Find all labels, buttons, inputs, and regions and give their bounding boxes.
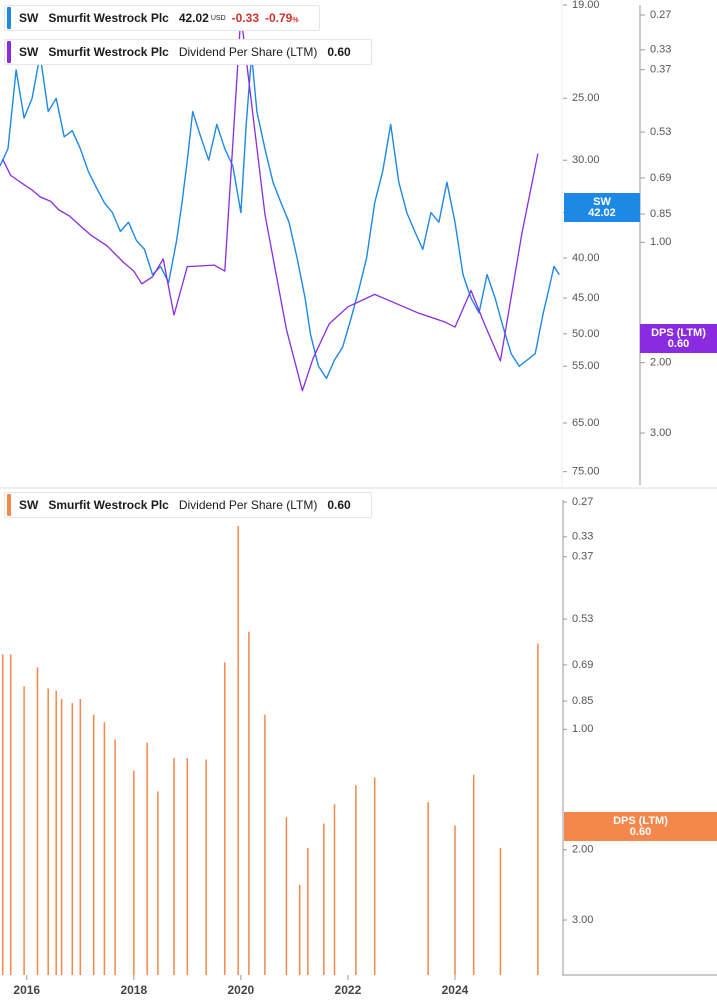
dps-axis-bottom-label: 1.00 [572, 723, 593, 735]
dps-axis-top-label: 0.27 [650, 9, 671, 21]
legend-ticker: SW [19, 45, 39, 59]
dps-axis-top-label: 2.00 [650, 357, 671, 369]
price-axis-label: 25.00 [572, 92, 600, 104]
price-line [0, 54, 560, 380]
dps-axis-top-label: 0.37 [650, 64, 671, 76]
price-axis-label: 55.00 [572, 360, 600, 372]
price-swatch [7, 7, 11, 29]
dps-axis-top-label: 0.33 [650, 44, 671, 56]
price-axis-label: 75.00 [572, 466, 600, 478]
legend-dps-bottom[interactable]: SW Smurfit Westrock Plc Dividend Per Sha… [4, 492, 372, 518]
dps-axis-bottom-label: 0.33 [572, 531, 593, 543]
dps-axis-bottom-label: 0.27 [572, 496, 593, 508]
legend-dps-top[interactable]: SW Smurfit Westrock Plc Dividend Per Sha… [4, 39, 372, 65]
dps-line-swatch [7, 41, 11, 63]
legend-value: 0.60 [327, 45, 351, 59]
dps-line-series[interactable] [2, 14, 539, 392]
dps-axis-top-label: 0.69 [650, 172, 671, 184]
price-tag-value: 42.02 [588, 206, 616, 219]
dps-axis-top: 3.00 2.00 1.00 0.85 0.69 0.53 0.37 0.33 0.27 [639, 5, 671, 485]
price-axis-label: 65.00 [572, 417, 600, 429]
dps-tag-bottom-value: 0.60 [629, 825, 652, 838]
price-tag-label: SW [593, 195, 611, 208]
dps-axis-bottom-label: 0.37 [572, 551, 593, 563]
dps-line [2, 14, 539, 392]
dps-bar-swatch [7, 494, 11, 516]
legend-price-value: 42.02 [178, 11, 209, 25]
legend-value: 0.60 [327, 498, 351, 512]
dps-axis-bottom-label: 0.85 [572, 695, 593, 707]
dps-axis-top-label: 0.85 [650, 208, 671, 220]
dps-axis-bottom-label: 2.00 [572, 844, 593, 856]
price-axis-label: 19.00 [572, 0, 600, 11]
x-axis: 2016 2018 2020 2022 2024 [13, 975, 469, 997]
dps-tag-top-label: DPS (LTM) [651, 326, 706, 339]
dps-axis-bottom-label: 0.69 [572, 659, 593, 671]
dps-axis-bottom: 3.00 2.00 1.00 0.85 0.69 0.53 0.37 0.33 0.27 [562, 496, 593, 975]
dps-bar-series[interactable] [1, 526, 539, 975]
legend-change-pct: -0.79% [265, 11, 299, 25]
dps-tag-top: DPS (LTM) 0.60 [640, 324, 717, 353]
dps-tag-bottom: DPS (LTM) 0.60 [564, 812, 717, 841]
x-axis-label: 2018 [120, 983, 147, 997]
dps-axis-top-label: 1.00 [650, 236, 671, 248]
price-axis-label: 45.00 [572, 292, 600, 304]
legend-ticker: SW [19, 11, 39, 25]
x-axis-label: 2016 [13, 983, 40, 997]
dps-tag-bottom-label: DPS (LTM) [613, 814, 668, 827]
legend-price[interactable]: SW Smurfit Westrock Plc 42.02 USD -0.33 … [4, 5, 320, 31]
price-series[interactable] [0, 54, 560, 380]
dps-axis-bottom-label: 3.00 [572, 914, 593, 926]
price-axis: 75.0065.0055.0050.0045.0040.0035.0030.00… [563, 0, 600, 478]
dps-axis-bottom-label: 0.53 [572, 613, 593, 625]
x-axis-label: 2022 [335, 983, 362, 997]
legend-metric: Dividend Per Share (LTM) [178, 45, 318, 59]
legend-metric: Dividend Per Share (LTM) [178, 498, 318, 512]
legend-currency: USD [210, 14, 226, 22]
legend-change: -0.33 [231, 11, 259, 25]
price-tag: SW 42.02 [564, 193, 640, 222]
legend-company: Smurfit Westrock Plc [48, 11, 169, 25]
legend-company: Smurfit Westrock Plc [48, 45, 169, 59]
legend-company: Smurfit Westrock Plc [48, 498, 169, 512]
legend-ticker: SW [19, 498, 39, 512]
x-axis-label: 2024 [442, 983, 469, 997]
dps-axis-top-label: 0.53 [650, 126, 671, 138]
x-axis-label: 2020 [228, 983, 255, 997]
price-axis-label: 30.00 [572, 154, 600, 166]
dps-tag-top-value: 0.60 [667, 337, 690, 350]
price-axis-label: 50.00 [572, 328, 600, 340]
dps-axis-top-label: 3.00 [650, 427, 671, 439]
price-axis-label: 40.00 [572, 252, 600, 264]
